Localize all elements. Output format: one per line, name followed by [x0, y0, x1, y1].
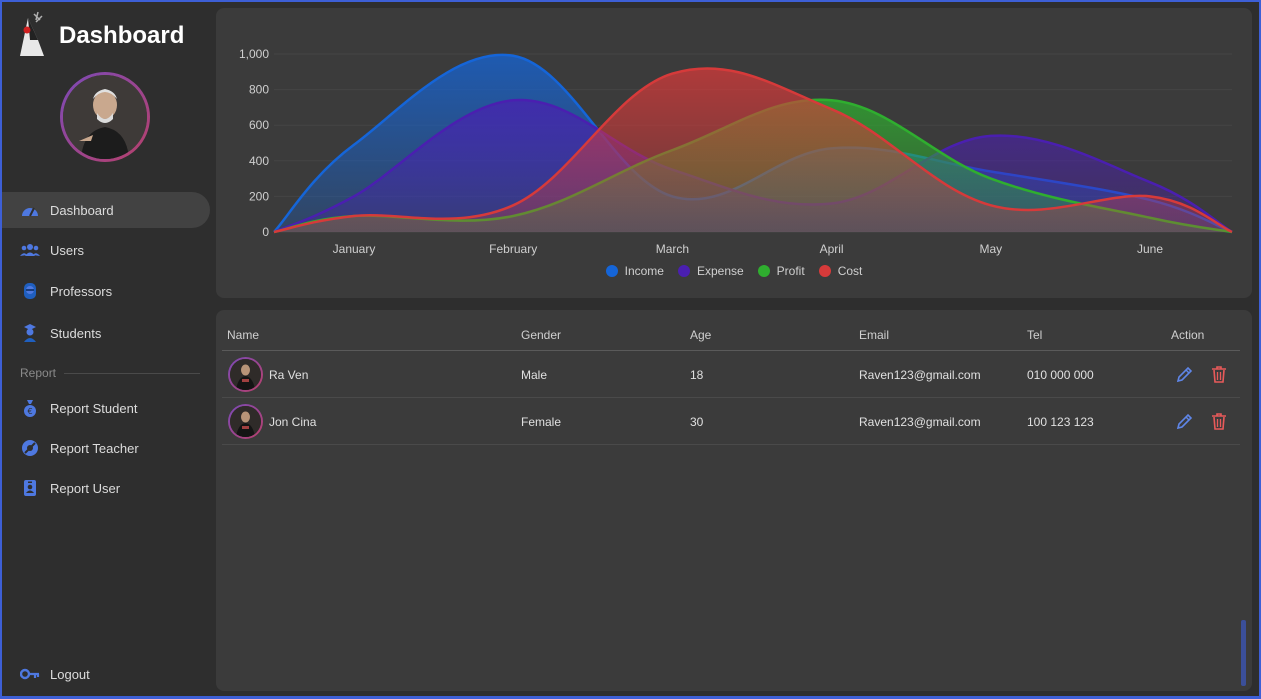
- svg-text:€: €: [27, 407, 32, 416]
- legend-dot: [605, 265, 618, 277]
- y-tick-label: 800: [249, 83, 269, 97]
- legend-item-profit[interactable]: Profit: [757, 264, 805, 278]
- money-bag-icon: €: [20, 398, 40, 418]
- cell-gender: Female: [521, 415, 562, 429]
- gauge-icon: [20, 200, 40, 220]
- legend-dot: [677, 265, 690, 277]
- id-card-icon: [20, 478, 40, 498]
- chart-legend: Income Expense Profit Cost: [216, 264, 1252, 278]
- legend-label: Expense: [696, 264, 744, 278]
- cell-email: Raven123@gmail.com: [859, 368, 981, 382]
- column-header-tel[interactable]: Tel: [1027, 328, 1042, 342]
- report-section-header: Report: [20, 366, 200, 380]
- divider: [64, 372, 200, 374]
- avatar: [228, 357, 263, 392]
- app-logo: [14, 10, 48, 58]
- sidebar-item-report-user[interactable]: Report User: [2, 470, 210, 506]
- trash-icon: [1212, 413, 1226, 430]
- logout-button[interactable]: Logout: [2, 656, 210, 692]
- app-title: Dashboard: [59, 22, 185, 49]
- y-tick-label: 0: [262, 225, 269, 239]
- column-header-action: Action: [1171, 328, 1205, 342]
- column-header-age[interactable]: Age: [690, 328, 711, 342]
- legend-label: Cost: [837, 264, 863, 278]
- student-icon: [20, 323, 40, 343]
- sidebar-item-label: Dashboard: [50, 202, 114, 218]
- x-tick-label: June: [1137, 242, 1163, 256]
- column-header-email[interactable]: Email: [859, 328, 889, 342]
- table-panel: Name Gender Age Email Tel Action Ra Ven …: [216, 310, 1252, 691]
- profile-avatar[interactable]: [60, 72, 150, 162]
- delete-button[interactable]: [1208, 410, 1230, 432]
- legend-label: Income: [624, 264, 664, 278]
- legend-label: Profit: [776, 264, 805, 278]
- y-tick-label: 200: [249, 189, 269, 203]
- pencil-icon: [1176, 413, 1193, 430]
- y-tick-label: 1,000: [239, 47, 269, 61]
- sidebar-item-label: Students: [50, 325, 102, 341]
- area-chart: 0 200 400 600 800 1,000 January February March A…: [239, 47, 1233, 256]
- table-row[interactable]: Ra Ven Male 18 Raven123@gmail.com 010 00…: [222, 351, 1240, 398]
- sidebar: Dashboard Dashboard Users Professors Stu…: [2, 2, 212, 696]
- sidebar-item-professors[interactable]: Professors: [2, 273, 210, 309]
- cell-tel: 100 123 123: [1027, 415, 1094, 429]
- person-icon: [230, 406, 261, 437]
- cell-tel: 010 000 000: [1027, 368, 1094, 382]
- column-header-gender[interactable]: Gender: [521, 328, 561, 342]
- sidebar-item-label: Professors: [50, 283, 113, 299]
- legend-item-expense[interactable]: Expense: [677, 264, 744, 278]
- table-header: Name Gender Age Email Tel Action: [222, 318, 1240, 351]
- badge-icon: [20, 438, 40, 458]
- cell-age: 30: [690, 415, 704, 429]
- sidebar-item-dashboard[interactable]: Dashboard: [2, 192, 210, 228]
- cell-age: 18: [690, 368, 704, 382]
- pencil-icon: [1176, 366, 1193, 383]
- x-tick-label: January: [333, 242, 376, 256]
- sidebar-item-report-student[interactable]: € Report Student: [2, 390, 210, 426]
- section-label: Report: [20, 366, 57, 380]
- edit-button[interactable]: [1174, 410, 1196, 432]
- edit-button[interactable]: [1174, 363, 1196, 385]
- chart-panel: 0 200 400 600 800 1,000 January February March A…: [216, 8, 1252, 298]
- sidebar-item-label: Report Teacher: [50, 440, 139, 456]
- cell-gender: Male: [521, 368, 548, 382]
- key-icon: [20, 664, 40, 684]
- y-tick-label: 600: [249, 118, 269, 132]
- person-icon: [230, 359, 261, 390]
- java-duke-logo-icon: [20, 11, 44, 56]
- sidebar-item-label: Users: [50, 242, 84, 258]
- table-row[interactable]: Jon Cina Female 30 Raven123@gmail.com 10…: [222, 398, 1240, 445]
- cell-name: Ra Ven: [269, 368, 309, 382]
- cell-name: Jon Cina: [269, 415, 317, 429]
- logout-label: Logout: [50, 666, 90, 682]
- sidebar-item-label: Report Student: [50, 400, 138, 416]
- users-icon: [20, 240, 40, 260]
- x-tick-label: May: [979, 242, 1002, 256]
- sidebar-item-label: Report User: [50, 480, 121, 496]
- x-tick-label: March: [656, 242, 689, 256]
- column-header-name[interactable]: Name: [227, 328, 259, 342]
- trash-icon: [1212, 366, 1226, 383]
- professor-icon: [20, 281, 40, 301]
- sidebar-item-users[interactable]: Users: [2, 232, 210, 268]
- sidebar-item-report-teacher[interactable]: Report Teacher: [2, 430, 210, 466]
- x-tick-label: February: [489, 242, 537, 256]
- legend-dot: [757, 265, 770, 277]
- avatar: [228, 404, 263, 439]
- sidebar-item-students[interactable]: Students: [2, 315, 210, 351]
- y-tick-label: 400: [249, 154, 269, 168]
- cell-email: Raven123@gmail.com: [859, 415, 981, 429]
- legend-item-cost[interactable]: Cost: [818, 264, 863, 278]
- table-scrollbar[interactable]: [1241, 620, 1246, 686]
- legend-dot: [818, 265, 831, 277]
- x-tick-label: April: [820, 242, 844, 256]
- legend-item-income[interactable]: Income: [605, 264, 664, 278]
- delete-button[interactable]: [1208, 363, 1230, 385]
- person-icon: [63, 75, 147, 159]
